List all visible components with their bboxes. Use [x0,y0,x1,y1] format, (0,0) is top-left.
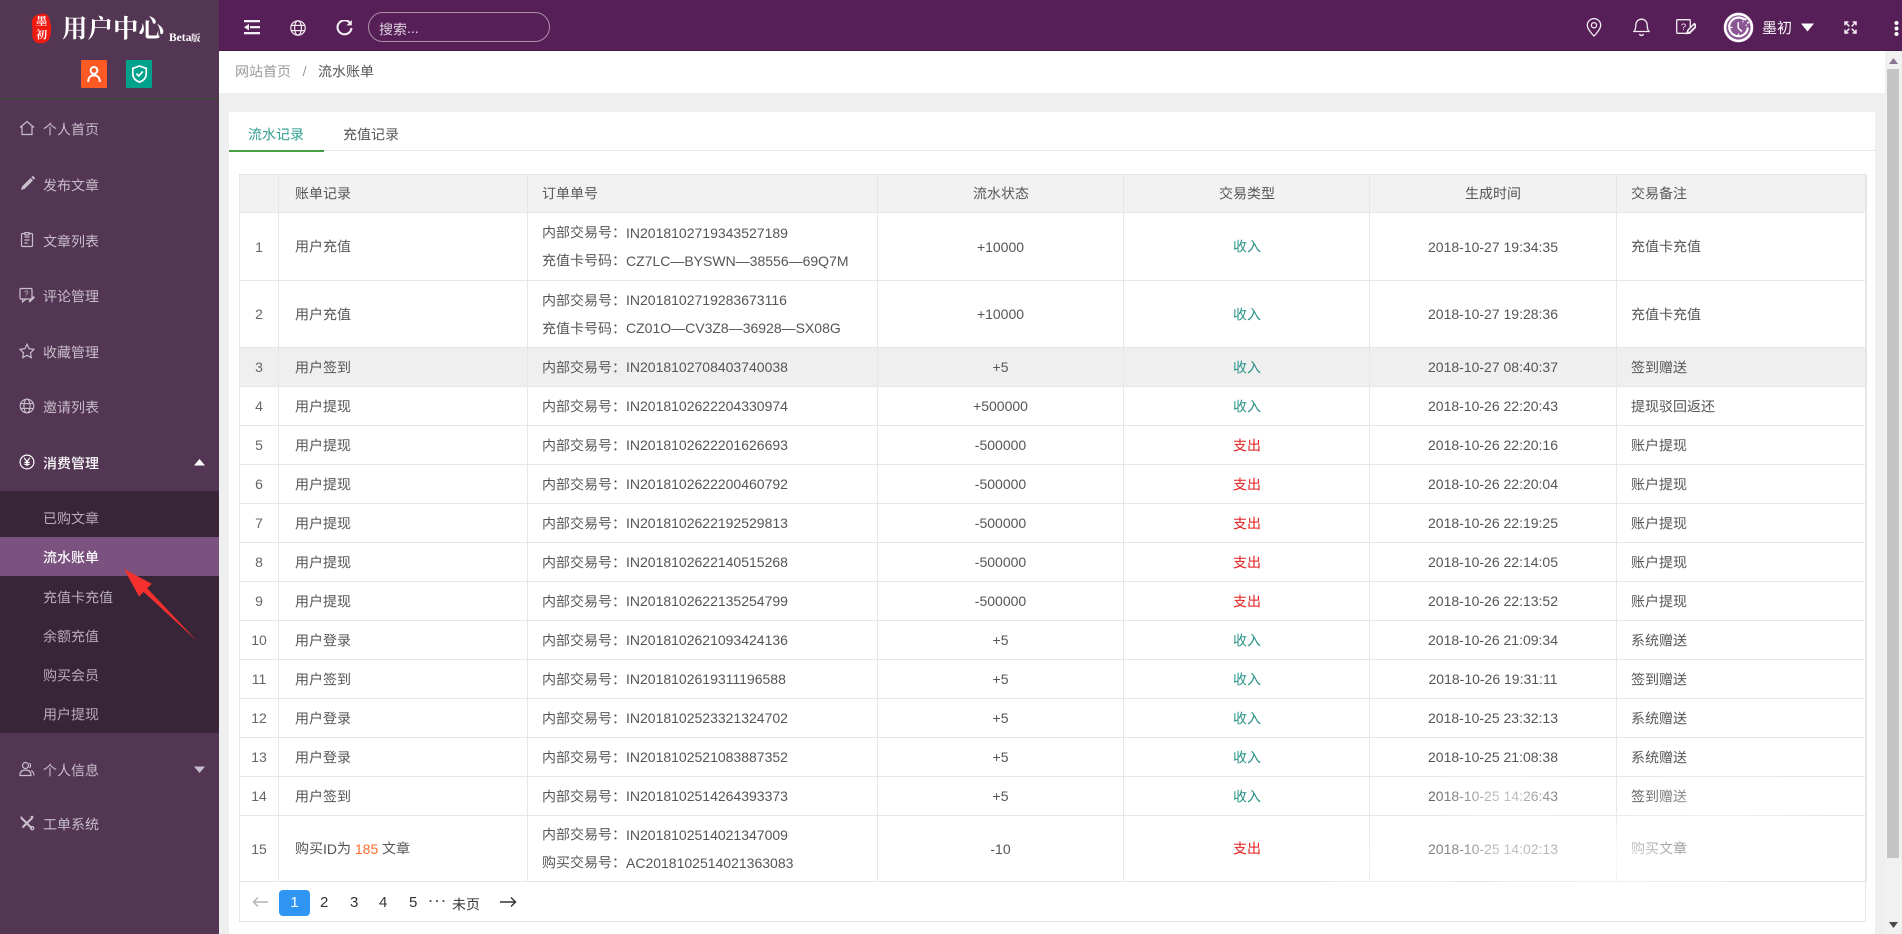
svg-text:?: ? [1681,22,1686,33]
svg-text:?: ? [24,290,29,299]
